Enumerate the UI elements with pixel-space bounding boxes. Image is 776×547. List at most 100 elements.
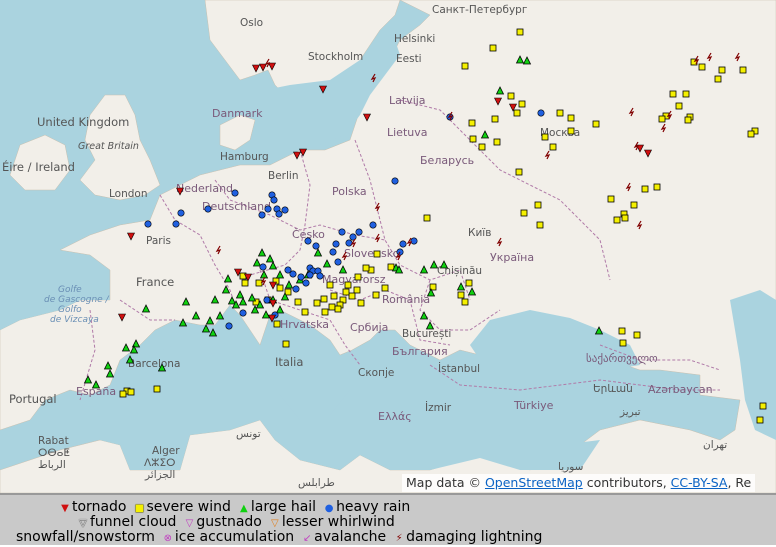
severe-wind-marker[interactable] [641,185,649,193]
severe-wind-marker[interactable] [294,298,302,306]
severe-wind-marker[interactable] [534,201,542,209]
severe-wind-marker[interactable] [321,308,329,316]
license-link[interactable]: CC-BY-SA [671,475,728,490]
severe-wind-marker[interactable] [518,100,526,108]
severe-wind-marker[interactable] [313,299,321,307]
severe-wind-marker[interactable] [592,120,600,128]
severe-wind-marker[interactable] [669,90,677,98]
heavy-rain-marker[interactable] [231,189,239,197]
heavy-rain-marker[interactable] [225,322,233,330]
severe-wind-marker[interactable] [682,90,690,98]
heavy-rain-marker[interactable] [284,266,292,274]
heavy-rain-marker[interactable] [304,237,312,245]
map-view[interactable]: Oslo Stockholm Helsinki Санкт-Петербург … [0,0,776,493]
severe-wind-marker[interactable] [698,63,706,71]
severe-wind-marker[interactable] [491,115,499,123]
severe-wind-marker[interactable] [241,279,249,287]
severe-wind-marker[interactable] [119,390,127,398]
severe-wind-marker[interactable] [684,116,692,124]
severe-wind-marker[interactable] [153,385,161,393]
severe-wind-marker[interactable] [515,168,523,176]
heavy-rain-marker[interactable] [338,228,346,236]
map-canvas[interactable]: Oslo Stockholm Helsinki Санкт-Петербург … [0,0,776,493]
heavy-rain-marker[interactable] [292,285,300,293]
severe-wind-marker[interactable] [556,109,564,117]
severe-wind-marker[interactable] [461,298,469,306]
heavy-rain-marker[interactable] [332,240,340,248]
heavy-rain-marker[interactable] [399,240,407,248]
severe-wind-marker[interactable] [273,320,281,328]
heavy-rain-marker[interactable] [306,271,314,279]
severe-wind-marker[interactable] [320,295,328,303]
severe-wind-marker[interactable] [536,221,544,229]
severe-wind-marker[interactable] [334,305,342,313]
heavy-rain-marker[interactable] [172,220,180,228]
severe-wind-marker[interactable] [633,331,641,339]
severe-wind-marker[interactable] [541,133,549,141]
heavy-rain-marker[interactable] [345,239,353,247]
heavy-rain-marker[interactable] [270,196,278,204]
severe-wind-marker[interactable] [630,201,638,209]
severe-wind-marker[interactable] [759,402,767,410]
heavy-rain-marker[interactable] [204,205,212,213]
severe-wind-marker[interactable] [567,127,575,135]
severe-wind-marker[interactable] [520,209,528,217]
severe-wind-marker[interactable] [255,279,263,287]
heavy-rain-marker[interactable] [259,263,267,271]
severe-wind-marker[interactable] [493,138,501,146]
heavy-rain-marker[interactable] [316,272,324,280]
heavy-rain-marker[interactable] [297,273,305,281]
heavy-rain-marker[interactable] [264,205,272,213]
severe-wind-marker[interactable] [127,388,135,396]
heavy-rain-marker[interactable] [239,309,247,317]
severe-wind-marker[interactable] [344,281,352,289]
severe-wind-marker[interactable] [461,62,469,70]
severe-wind-marker[interactable] [372,291,380,299]
severe-wind-marker[interactable] [621,214,629,222]
heavy-rain-marker[interactable] [391,177,399,185]
severe-wind-marker[interactable] [469,135,477,143]
severe-wind-marker[interactable] [282,340,290,348]
severe-wind-marker[interactable] [301,308,309,316]
severe-wind-marker[interactable] [381,284,389,292]
severe-wind-marker[interactable] [756,416,764,424]
heavy-rain-marker[interactable] [275,210,283,218]
severe-wind-marker[interactable] [330,292,338,300]
severe-wind-marker[interactable] [739,66,747,74]
severe-wind-marker[interactable] [507,92,515,100]
heavy-rain-marker[interactable] [355,228,363,236]
heavy-rain-marker[interactable] [281,206,289,214]
severe-wind-marker[interactable] [747,130,755,138]
osm-link[interactable]: OpenStreetMap [485,475,583,490]
severe-wind-marker[interactable] [328,303,336,311]
severe-wind-marker[interactable] [567,114,575,122]
severe-wind-marker[interactable] [607,195,615,203]
severe-wind-marker[interactable] [513,109,521,117]
heavy-rain-marker[interactable] [177,209,185,217]
severe-wind-marker[interactable] [675,102,683,110]
severe-wind-marker[interactable] [357,299,365,307]
severe-wind-marker[interactable] [362,264,370,272]
severe-wind-marker[interactable] [326,281,334,289]
heavy-rain-marker[interactable] [258,211,266,219]
severe-wind-marker[interactable] [373,250,381,258]
severe-wind-marker[interactable] [342,288,350,296]
severe-wind-marker[interactable] [423,214,431,222]
severe-wind-marker[interactable] [489,44,497,52]
severe-wind-marker[interactable] [613,216,621,224]
heavy-rain-marker[interactable] [302,279,310,287]
severe-wind-marker[interactable] [549,143,557,151]
severe-wind-marker[interactable] [658,115,666,123]
severe-wind-marker[interactable] [353,286,361,294]
heavy-rain-marker[interactable] [334,258,342,266]
severe-wind-marker[interactable] [714,75,722,83]
severe-wind-marker[interactable] [276,284,284,292]
severe-wind-marker[interactable] [653,183,661,191]
heavy-rain-marker[interactable] [369,221,377,229]
heavy-rain-marker[interactable] [329,248,337,256]
heavy-rain-marker[interactable] [410,237,418,245]
heavy-rain-marker[interactable] [312,242,320,250]
severe-wind-marker[interactable] [465,279,473,287]
severe-wind-marker[interactable] [468,119,476,127]
severe-wind-marker[interactable] [354,273,362,281]
